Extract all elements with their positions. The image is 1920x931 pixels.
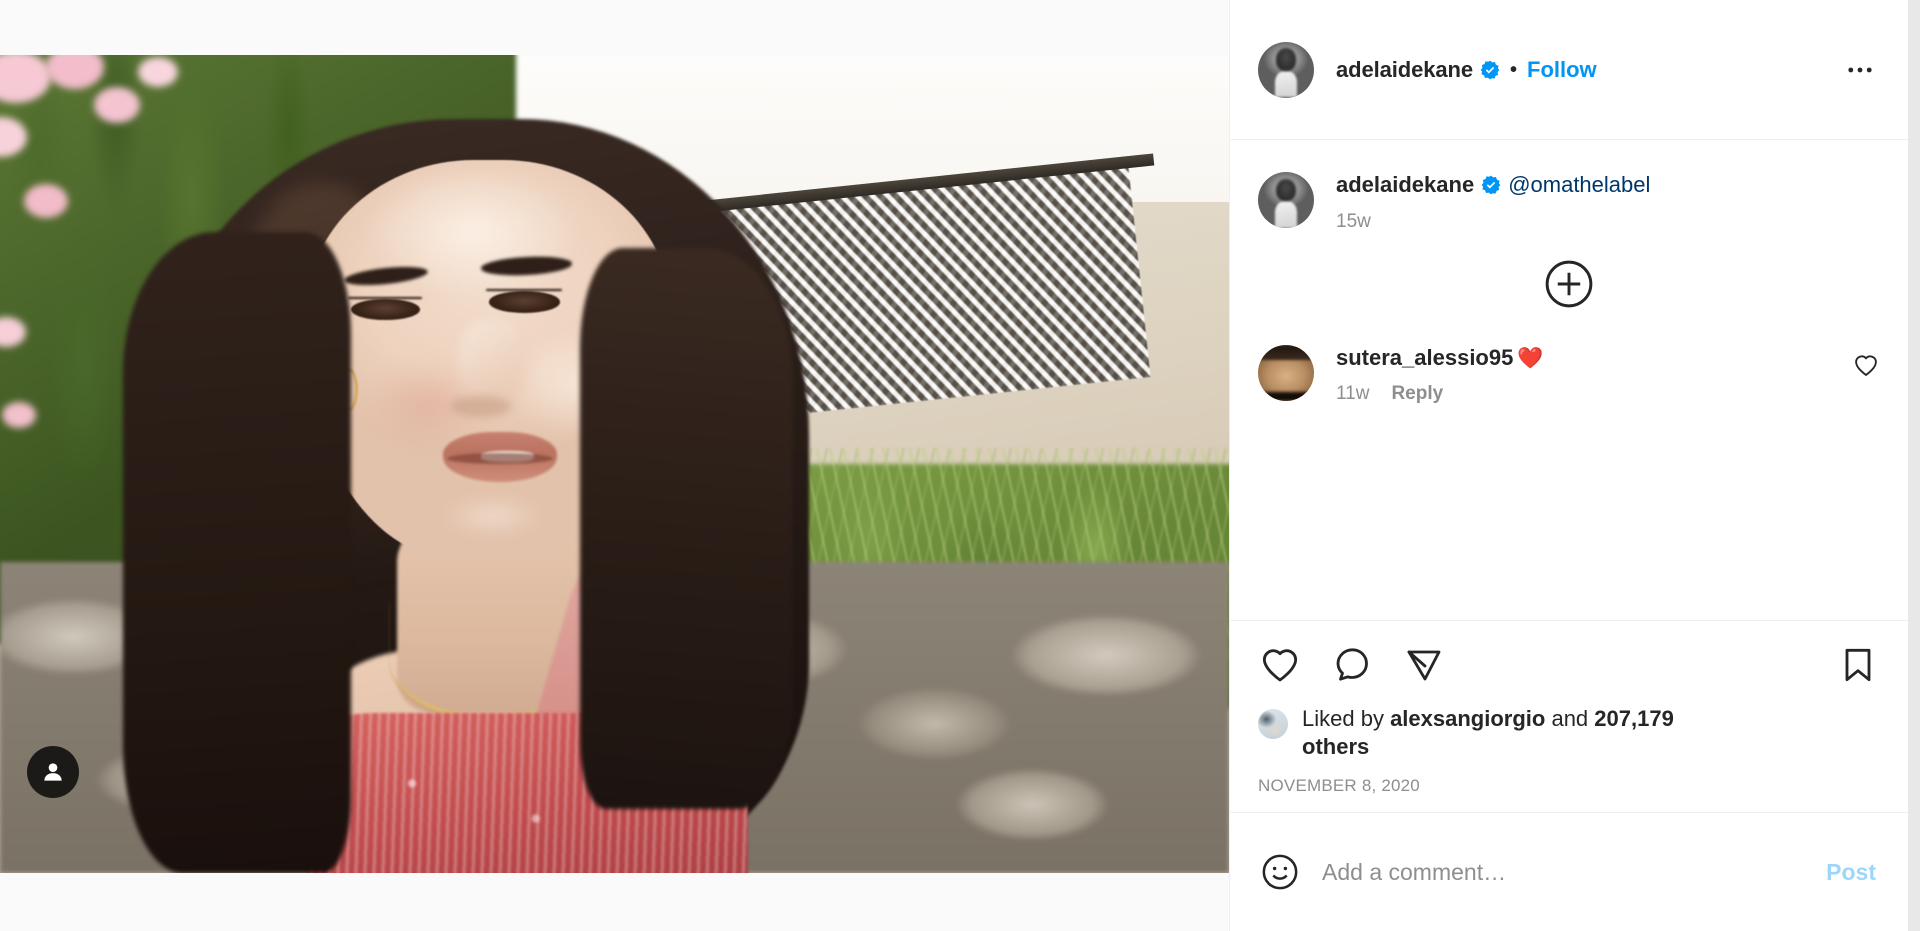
photo-blossom: [2, 401, 37, 428]
add-comment-bar: Post: [1230, 812, 1908, 931]
post-media-pane: [0, 0, 1229, 931]
caption-timestamp: 15w: [1336, 211, 1371, 233]
photo-hair-front: [122, 231, 352, 873]
comment-bubble-icon[interactable]: [1330, 643, 1374, 687]
comments-list[interactable]: adelaidekane @omathelabel 15w sutera_ale…: [1230, 140, 1908, 621]
post-caption: adelaidekane @omathelabel 15w: [1258, 170, 1880, 233]
avatar[interactable]: [1258, 172, 1314, 228]
comment-timestamp: 11w: [1336, 382, 1370, 404]
action-icon-row: [1258, 643, 1880, 687]
avatar[interactable]: [1258, 708, 1288, 739]
likes-middle: and: [1545, 705, 1595, 731]
instagram-post-container: adelaidekane • Follow adelaidekane @omat…: [0, 0, 1908, 931]
post-photo[interactable]: [0, 55, 1229, 873]
comment-item: sutera_alessio95 ❤️ 11w Reply: [1258, 343, 1880, 405]
caption-mention[interactable]: @omathelabel: [1508, 172, 1650, 197]
verified-badge-icon: [1480, 60, 1500, 80]
comment-reply-button[interactable]: Reply: [1391, 383, 1443, 405]
heart-icon[interactable]: [1258, 643, 1302, 687]
post-comment-button[interactable]: Post: [1822, 853, 1880, 892]
photo-blossom: [0, 55, 51, 103]
likes-summary: Liked by alexsangiorgio and 207,179 othe…: [1258, 705, 1880, 762]
photo-blossom: [24, 183, 69, 218]
load-more-comments-row: [1258, 259, 1880, 309]
photo-blossom: [0, 117, 28, 158]
verified-badge-icon: [1481, 175, 1501, 195]
post-author-username[interactable]: adelaidekane: [1336, 57, 1473, 83]
smiley-face-icon[interactable]: [1258, 850, 1302, 894]
comment-text: ❤️: [1517, 347, 1544, 371]
photo-blossom: [0, 317, 27, 348]
photo-hair-front: [580, 247, 794, 809]
likes-prefix: Liked by: [1302, 705, 1391, 731]
avatar[interactable]: [1258, 345, 1314, 402]
ellipsis-icon[interactable]: [1840, 50, 1880, 90]
photo-nose-shadow: [450, 396, 512, 417]
post-header: adelaidekane • Follow: [1230, 0, 1908, 140]
post-date: NOVEMBER 8, 2020: [1258, 776, 1420, 795]
photo-eye: [488, 291, 561, 313]
caption-username[interactable]: adelaidekane: [1336, 172, 1474, 197]
likes-text: Liked by alexsangiorgio and 207,179 othe…: [1302, 705, 1722, 762]
follow-button[interactable]: Follow: [1527, 57, 1597, 83]
likes-username[interactable]: alexsangiorgio: [1390, 706, 1545, 731]
post-actions: Liked by alexsangiorgio and 207,179 othe…: [1230, 621, 1908, 812]
heart-outline-icon[interactable]: [1852, 351, 1880, 379]
person-tag-icon[interactable]: [27, 746, 79, 798]
plus-circle-icon[interactable]: [1544, 259, 1594, 309]
avatar[interactable]: [1258, 41, 1314, 98]
header-separator: •: [1510, 58, 1518, 81]
photo-subject: [122, 71, 885, 873]
photo-blossom: [45, 55, 104, 89]
bookmark-icon[interactable]: [1836, 643, 1880, 687]
comment-username[interactable]: sutera_alessio95: [1336, 345, 1513, 370]
photo-chin-highlight: [442, 496, 542, 537]
photo-eye: [351, 299, 421, 320]
comment-input[interactable]: [1322, 858, 1823, 886]
share-paper-plane-icon[interactable]: [1402, 643, 1446, 687]
post-sidebar: adelaidekane • Follow adelaidekane @omat…: [1229, 0, 1908, 931]
